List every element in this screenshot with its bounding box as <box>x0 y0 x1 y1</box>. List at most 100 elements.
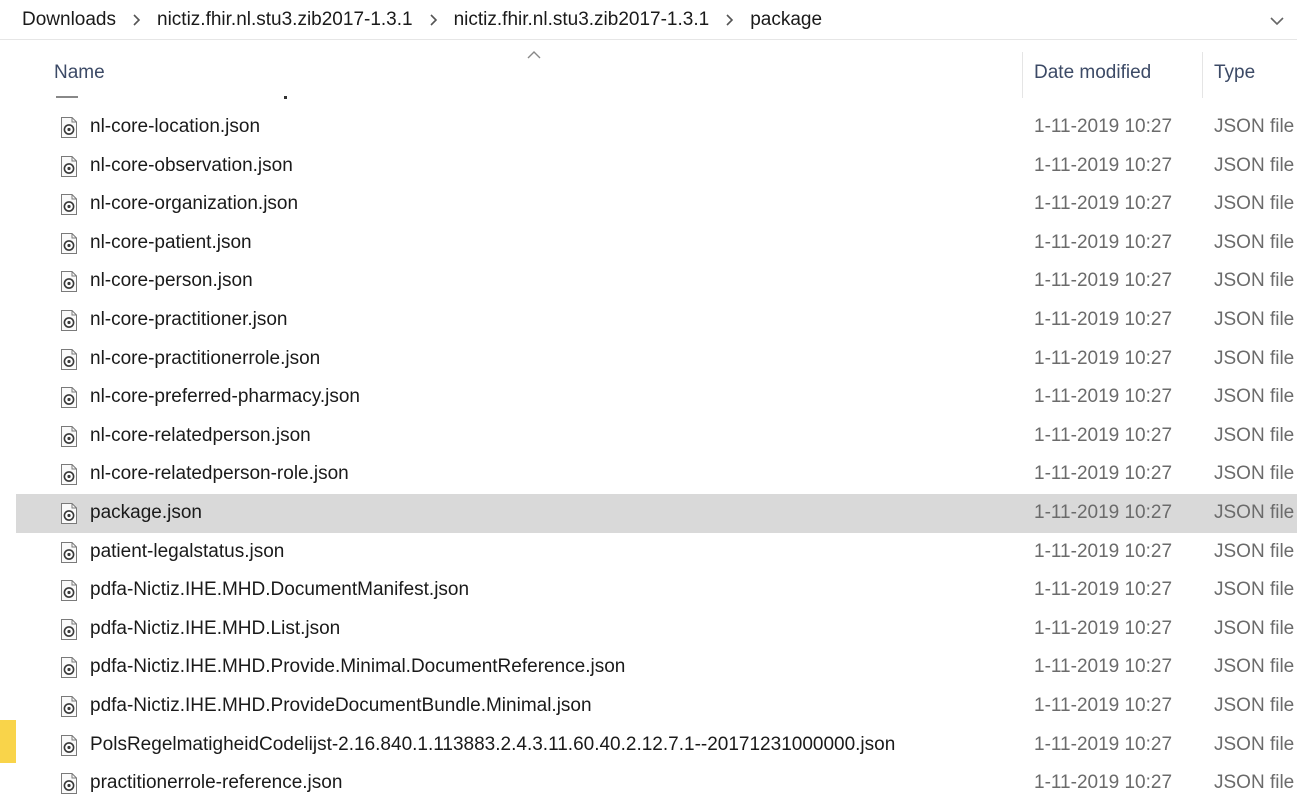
file-row[interactable]: pdfa-Nictiz.IHE.MHD.List.json 1-11-2019 1… <box>16 610 1297 649</box>
breadcrumb: Downloads nictiz.fhir.nl.stu3.zib2017-1.… <box>22 0 822 40</box>
file-name[interactable]: nl-core-preferred-pharmacy.json <box>90 378 360 417</box>
file-date-modified: 1-11-2019 10:27 <box>1034 733 1173 755</box>
file-name[interactable]: nl-core-organization.json <box>90 185 298 224</box>
column-header-row: Name Date modified Type <box>16 40 1297 102</box>
column-divider[interactable] <box>1022 52 1023 98</box>
file-type: JSON file <box>1214 308 1295 330</box>
file-name[interactable]: pdfa-Nictiz.IHE.MHD.ProvideDocumentBundl… <box>90 687 592 726</box>
json-file-icon <box>60 232 78 254</box>
file-row[interactable]: nl-core-relatedperson.json 1-11-2019 10:2… <box>16 417 1297 456</box>
file-date-modified: 1-11-2019 10:27 <box>1034 463 1173 485</box>
column-header-date-modified[interactable]: Date modified <box>1034 62 1151 84</box>
sort-ascending-icon <box>526 50 542 60</box>
file-row[interactable]: package.json 1-11-2019 10:27 JSON file <box>16 493 1297 533</box>
json-file-icon <box>60 695 78 717</box>
json-file-icon <box>60 117 78 138</box>
file-row[interactable]: patient-legalstatus.json 1-11-2019 10:27 J… <box>16 533 1297 572</box>
file-type: JSON file <box>1214 772 1295 794</box>
json-file-icon <box>60 734 78 756</box>
chevron-right-icon[interactable] <box>725 14 734 26</box>
file-type: JSON file <box>1214 193 1295 215</box>
file-name[interactable]: nl-core-relatedperson-role.json <box>90 455 349 494</box>
folder-highlight-edge <box>0 720 16 763</box>
file-date-modified: 1-11-2019 10:27 <box>1034 617 1173 639</box>
file-row[interactable]: pdfa-Nictiz.IHE.MHD.Provide.Minimal.Docu… <box>16 648 1297 687</box>
breadcrumb-item-downloads[interactable]: Downloads <box>22 9 116 31</box>
breadcrumb-item-package[interactable]: package <box>750 9 822 31</box>
file-date-modified: 1-11-2019 10:27 <box>1034 116 1173 137</box>
file-type: JSON file <box>1214 116 1295 137</box>
json-file-icon <box>60 348 78 370</box>
file-type: JSON file <box>1214 347 1295 369</box>
file-type: JSON file <box>1214 154 1295 176</box>
json-file-icon <box>60 618 78 640</box>
file-name[interactable]: pdfa-Nictiz.IHE.MHD.Provide.Minimal.Docu… <box>90 648 625 687</box>
file-type: JSON file <box>1214 656 1295 678</box>
column-header-type[interactable]: Type <box>1214 62 1255 84</box>
file-name[interactable]: nl-core-person.json <box>90 262 253 301</box>
chevron-down-icon[interactable] <box>1267 10 1287 30</box>
file-date-modified: 1-11-2019 10:27 <box>1034 694 1173 716</box>
file-type: JSON file <box>1214 733 1295 755</box>
file-date-modified: 1-11-2019 10:27 <box>1034 231 1173 253</box>
file-row[interactable]: pdfa-Nictiz.IHE.MHD.DocumentManifest.jso… <box>16 571 1297 610</box>
file-name[interactable]: pdfa-Nictiz.IHE.MHD.List.json <box>90 610 340 649</box>
file-type: JSON file <box>1214 231 1295 253</box>
file-date-modified: 1-11-2019 10:27 <box>1034 501 1173 523</box>
file-type: JSON file <box>1214 540 1295 562</box>
json-file-icon <box>60 580 78 602</box>
file-name[interactable]: package.json <box>90 494 202 533</box>
file-row[interactable]: nl-core-organization.json 1-11-2019 10:27… <box>16 185 1297 224</box>
file-row[interactable]: practitionerrole-reference.json 1-11-2019… <box>16 764 1297 803</box>
partially-visible-row <box>56 96 290 102</box>
breadcrumb-item-zib-inner[interactable]: nictiz.fhir.nl.stu3.zib2017-1.3.1 <box>454 9 710 31</box>
file-name[interactable]: PolsRegelmatigheidCodelijst-2.16.840.1.1… <box>90 726 895 765</box>
file-type: JSON file <box>1214 617 1295 639</box>
json-file-icon <box>60 502 78 524</box>
file-row[interactable]: nl-core-relatedperson-role.json 1-11-2019… <box>16 455 1297 494</box>
chevron-right-icon[interactable] <box>132 14 141 26</box>
file-row[interactable]: nl-core-patient.json 1-11-2019 10:27 JSON … <box>16 224 1297 263</box>
file-row[interactable]: nl-core-practitioner.json 1-11-2019 10:27… <box>16 301 1297 340</box>
file-date-modified: 1-11-2019 10:27 <box>1034 772 1173 794</box>
json-file-icon <box>60 464 78 486</box>
json-file-icon <box>60 309 78 331</box>
file-date-modified: 1-11-2019 10:27 <box>1034 386 1173 408</box>
file-date-modified: 1-11-2019 10:27 <box>1034 424 1173 446</box>
file-name[interactable]: nl-core-practitionerrole.json <box>90 340 320 379</box>
file-type: JSON file <box>1214 270 1295 292</box>
file-row[interactable]: nl-core-location.json 1-11-2019 10:27 JSON… <box>16 108 1297 147</box>
json-file-icon <box>60 271 78 293</box>
file-name[interactable]: pdfa-Nictiz.IHE.MHD.DocumentManifest.jso… <box>90 571 469 610</box>
file-date-modified: 1-11-2019 10:27 <box>1034 308 1173 330</box>
file-name[interactable]: patient-legalstatus.json <box>90 533 284 572</box>
file-name[interactable]: nl-core-observation.json <box>90 147 293 186</box>
file-name[interactable]: nl-core-patient.json <box>90 224 252 263</box>
breadcrumb-item-zib-outer[interactable]: nictiz.fhir.nl.stu3.zib2017-1.3.1 <box>157 9 413 31</box>
file-date-modified: 1-11-2019 10:27 <box>1034 154 1173 176</box>
file-row[interactable]: PolsRegelmatigheidCodelijst-2.16.840.1.1… <box>16 726 1297 765</box>
file-type: JSON file <box>1214 579 1295 601</box>
file-name[interactable]: nl-core-location.json <box>90 108 260 147</box>
file-row[interactable]: nl-core-observation.json 1-11-2019 10:27 J… <box>16 147 1297 186</box>
file-name[interactable]: nl-core-relatedperson.json <box>90 417 311 456</box>
chevron-right-icon[interactable] <box>429 14 438 26</box>
file-date-modified: 1-11-2019 10:27 <box>1034 579 1173 601</box>
file-name[interactable]: nl-core-practitioner.json <box>90 301 287 340</box>
file-date-modified: 1-11-2019 10:27 <box>1034 270 1173 292</box>
file-date-modified: 1-11-2019 10:27 <box>1034 540 1173 562</box>
json-file-icon <box>60 541 78 563</box>
column-header-name[interactable]: Name <box>54 62 105 84</box>
file-name[interactable]: practitionerrole-reference.json <box>90 764 342 803</box>
column-divider[interactable] <box>1202 52 1203 98</box>
json-file-icon <box>60 155 78 177</box>
file-list-pane[interactable]: Name Date modified Type nl-core-location… <box>16 40 1297 799</box>
file-row[interactable]: nl-core-person.json 1-11-2019 10:27 JSON f… <box>16 262 1297 301</box>
file-row[interactable]: pdfa-Nictiz.IHE.MHD.ProvideDocumentBundl… <box>16 687 1297 726</box>
json-file-icon <box>60 425 78 447</box>
file-type: JSON file <box>1214 501 1295 523</box>
file-row[interactable]: nl-core-preferred-pharmacy.json 1-11-2019… <box>16 378 1297 417</box>
address-bar[interactable]: Downloads nictiz.fhir.nl.stu3.zib2017-1.… <box>0 0 1297 40</box>
file-row[interactable]: nl-core-practitionerrole.json 1-11-2019 1… <box>16 340 1297 379</box>
file-date-modified: 1-11-2019 10:27 <box>1034 347 1173 369</box>
